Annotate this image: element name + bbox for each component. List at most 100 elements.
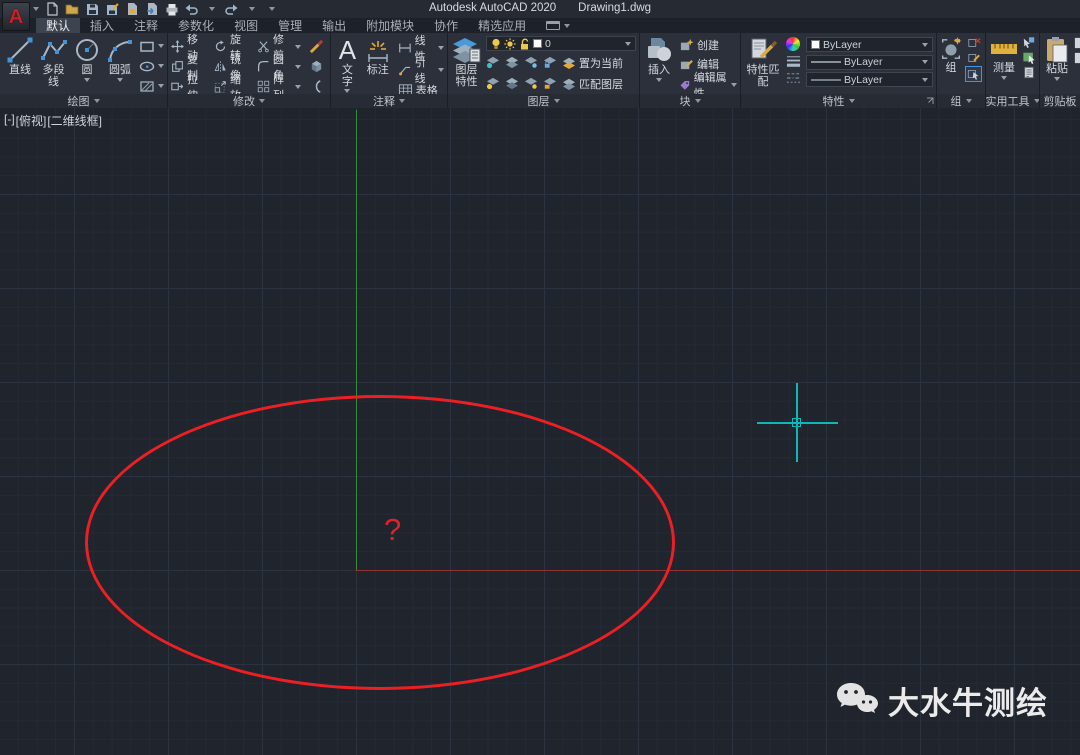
panel-label-clipboard[interactable]: 剪贴板 [1040,94,1080,108]
linetype-icon[interactable] [786,71,801,85]
layer-previous-icon[interactable] [524,77,538,90]
text-flyout-icon[interactable] [344,89,350,93]
dimension-tool[interactable]: 标注 [364,35,392,94]
panel-label-draw[interactable]: 绘图 [0,94,167,108]
panel-label-modify[interactable]: 修改 [168,94,330,108]
insert-flyout-icon[interactable] [656,78,662,82]
arc-flyout-icon[interactable] [117,78,123,82]
paste-flyout-icon[interactable] [1054,77,1060,81]
export-icon[interactable] [144,2,159,16]
red-ellipse-object[interactable] [85,395,675,690]
tab-annotate[interactable]: 注释 [124,18,168,33]
ribbon-display-toggle[interactable] [546,18,570,33]
tab-view[interactable]: 视图 [224,18,268,33]
layer-freeze-icon[interactable] [524,56,538,69]
lineweight-combo[interactable]: ByLayer [806,55,933,70]
tab-insert[interactable]: 插入 [80,18,124,33]
tab-featured-apps[interactable]: 精选应用 [468,18,536,33]
edit-group-icon[interactable] [967,51,981,64]
match-layer-tool[interactable]: 匹配图层 [562,74,623,93]
panel-label-utilities[interactable]: 实用工具 [986,94,1039,108]
measure-flyout-icon[interactable] [1001,76,1007,80]
rectangle-tool[interactable] [139,38,164,54]
save-as-icon[interactable] [104,2,119,16]
tab-output[interactable]: 输出 [312,18,356,33]
layer-unlock-all-icon[interactable] [543,77,557,90]
arc-tool[interactable]: 圆弧 [106,35,134,94]
viewport-minimize-control[interactable]: [-] [4,112,15,129]
layer-thaw-all-icon[interactable] [505,77,519,90]
erase-tool[interactable] [309,37,327,56]
open-file-icon[interactable] [64,2,79,16]
autocad-app-button[interactable]: A [2,2,30,31]
line-tool[interactable]: 直线 [6,35,34,94]
viewport-view-control[interactable]: [俯视] [16,112,47,129]
group-tool[interactable]: 组 [939,35,963,94]
polyline-tool[interactable]: 多段线 [39,35,68,94]
layer-select-combo[interactable]: 0 [486,36,636,51]
redo-dropdown-icon[interactable] [244,2,259,16]
copy-clip-icon[interactable] [1073,52,1080,64]
circle-tool[interactable]: 圆 [73,35,101,94]
tab-parametric[interactable]: 参数化 [168,18,224,33]
text-tool[interactable]: A 文字 [337,35,358,94]
open-from-web-icon[interactable] [124,2,139,16]
match-properties-tool[interactable]: 特性匹配 [746,35,780,94]
new-file-icon[interactable] [44,2,59,16]
viewport-visual-style-control[interactable]: [二维线框] [47,112,102,129]
panel-launcher-icon[interactable] [926,97,934,105]
layer-lock-icon[interactable] [543,56,557,69]
save-icon[interactable] [84,2,99,16]
set-current-layer-tool[interactable]: 置为当前 [562,53,623,72]
group-select-toggle[interactable] [965,66,982,82]
undo-icon[interactable] [184,2,199,16]
panel-label-group[interactable]: 组 [937,94,985,108]
panel-label-block[interactable]: 块 [640,94,740,108]
fillet-flyout-icon[interactable] [295,65,301,69]
layer-off-icon[interactable] [486,56,500,69]
ellipse-flyout-icon[interactable] [158,64,164,68]
insert-block-tool[interactable]: 插入 [645,35,673,94]
leader-flyout-icon[interactable] [438,68,444,72]
color-wheel-icon[interactable] [786,37,800,51]
ungroup-icon[interactable] [967,36,981,49]
plot-icon[interactable] [164,2,179,16]
trim-flyout-icon[interactable] [295,45,301,49]
linear-flyout-icon[interactable] [438,46,444,50]
array-flyout-icon[interactable] [295,85,301,89]
circle-flyout-icon[interactable] [84,78,90,82]
lineweight-icon[interactable] [786,54,801,68]
explode-tool[interactable] [309,57,327,76]
cut-icon[interactable] [1073,37,1080,49]
drawing-canvas[interactable]: [-] [俯视] [二维线框] ? 大水牛测绘 [0,108,1080,755]
layer-on-all-icon[interactable] [486,77,500,90]
undo-dropdown-icon[interactable] [204,2,219,16]
leader-tool[interactable]: 引线 [398,60,444,79]
paste-tool[interactable]: 粘贴 [1044,35,1070,94]
quick-select-icon[interactable] [1022,51,1036,64]
measure-tool[interactable]: 测量 [989,35,1019,94]
redo-icon[interactable] [224,2,239,16]
panel-label-annotation[interactable]: 注释 [331,94,447,108]
object-color-combo[interactable]: ByLayer [806,37,933,52]
hatch-flyout-icon[interactable] [158,84,164,88]
app-button-dropdown-icon[interactable] [33,7,39,11]
linetype-combo[interactable]: ByLayer [806,72,933,87]
panel-label-layers[interactable]: 图层 [448,94,639,108]
quick-calc-icon[interactable] [1022,66,1036,79]
tab-manage[interactable]: 管理 [268,18,312,33]
tab-default[interactable]: 默认 [36,18,80,33]
layer-properties-tool[interactable]: 图层特性 [451,35,482,94]
edit-attributes-flyout-icon[interactable] [731,83,737,87]
customize-quick-access-icon[interactable] [264,2,279,16]
panel-label-properties[interactable]: 特性 [741,94,936,108]
layer-isolate-icon[interactable] [505,56,519,69]
edit-attributes-tool[interactable]: 编辑属性 [679,75,737,94]
id-point-icon[interactable] [1022,36,1036,49]
tab-collaborate[interactable]: 协作 [424,18,468,33]
tab-addins[interactable]: 附加模块 [356,18,424,33]
ellipse-tool[interactable] [139,58,164,74]
create-block-tool[interactable]: 创建 [679,37,737,53]
rectangle-flyout-icon[interactable] [158,44,164,48]
hatch-tool[interactable] [139,78,164,94]
